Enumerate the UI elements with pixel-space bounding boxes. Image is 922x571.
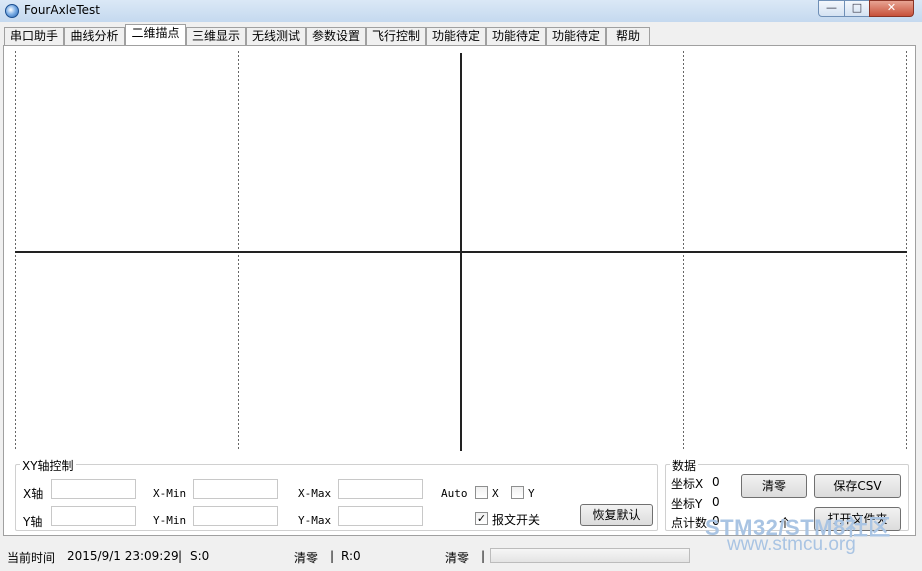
x-min-input[interactable] xyxy=(193,479,278,499)
restore-defaults-button[interactable]: 恢复默认 xyxy=(580,504,653,526)
separator-3: | xyxy=(481,549,486,563)
time-value: 2015/9/1 23:09:29 xyxy=(67,549,179,563)
x-axis-label: X轴 xyxy=(23,487,44,501)
report-switch-checkbox[interactable]: ✓ xyxy=(475,512,488,525)
tab-flight-control[interactable]: 飞行控制 xyxy=(366,27,426,45)
tab-curve-analysis[interactable]: 曲线分析 xyxy=(64,27,125,45)
auto-x-checkbox[interactable] xyxy=(475,486,488,499)
clear-send-link[interactable]: 清零 xyxy=(294,549,318,566)
progress-bar xyxy=(490,548,690,563)
checkmark-icon: ✓ xyxy=(476,512,487,525)
y-axis-input[interactable] xyxy=(51,506,136,526)
auto-label: Auto xyxy=(441,487,468,500)
x-min-label: X-Min xyxy=(153,487,187,500)
clear-data-button[interactable]: 清零 xyxy=(741,474,807,498)
data-group-title: 数据 xyxy=(670,457,699,474)
tab-parameter-settings[interactable]: 参数设置 xyxy=(306,27,366,45)
y-max-input[interactable] xyxy=(338,506,423,526)
y-min-input[interactable] xyxy=(193,506,278,526)
auto-y-checkbox[interactable] xyxy=(511,486,524,499)
tab-tbd-1[interactable]: 功能待定 xyxy=(426,27,486,45)
save-csv-button[interactable]: 保存CSV xyxy=(814,474,901,498)
watermark-url: www.stmcu.org xyxy=(727,534,856,555)
time-label: 当前时间 xyxy=(7,551,56,565)
point-count-label: 点计数 xyxy=(671,516,708,530)
clear-recv-link[interactable]: 清零 xyxy=(445,549,469,566)
x-max-input[interactable] xyxy=(338,479,423,499)
tab-help[interactable]: 帮助 xyxy=(606,27,650,45)
separator-2: | xyxy=(330,549,335,563)
auto-x-label: X xyxy=(492,487,499,500)
report-switch-label: 报文开关 xyxy=(492,513,541,527)
tab-tbd-3[interactable]: 功能待定 xyxy=(546,27,606,45)
x-max-label: X-Max xyxy=(298,487,332,500)
tab-tbd-2[interactable]: 功能待定 xyxy=(486,27,546,45)
close-button[interactable]: ✕ xyxy=(869,0,914,17)
y-axis-label: Y轴 xyxy=(23,515,43,529)
y-min-label: Y-Min xyxy=(153,514,187,527)
app-icon xyxy=(5,4,19,18)
tab-serial-assistant[interactable]: 串口助手 xyxy=(4,27,64,45)
title-bar: FourAxleTest — □ ✕ xyxy=(0,0,922,22)
xy-control-title: XY轴控制 xyxy=(20,457,76,474)
y-max-label: Y-Max xyxy=(298,514,332,527)
x-axis-input[interactable] xyxy=(51,479,136,499)
tab-wireless-test[interactable]: 无线测试 xyxy=(246,27,306,45)
send-count: S:0 xyxy=(190,549,210,563)
coord-y-label: 坐标Y xyxy=(671,497,703,511)
xy-plot-area[interactable] xyxy=(15,51,907,451)
tab-2d-plot[interactable]: 二维描点 xyxy=(125,24,186,45)
tab-3d-display[interactable]: 三维显示 xyxy=(186,27,246,45)
coord-x-value: 0 xyxy=(712,475,720,489)
coord-x-label: 坐标X xyxy=(671,477,704,491)
maximize-button[interactable]: □ xyxy=(844,0,870,17)
auto-y-label: Y xyxy=(528,487,535,500)
coord-y-value: 0 xyxy=(712,495,720,509)
recv-count: R:0 xyxy=(341,549,361,563)
minimize-button[interactable]: — xyxy=(818,0,845,17)
separator-1: | xyxy=(178,549,183,563)
xy-control-group: XY轴控制 X轴 Y轴 X-Min Y-Min X-Max Y-Max Auto… xyxy=(15,457,658,531)
window-title: FourAxleTest xyxy=(24,3,101,17)
